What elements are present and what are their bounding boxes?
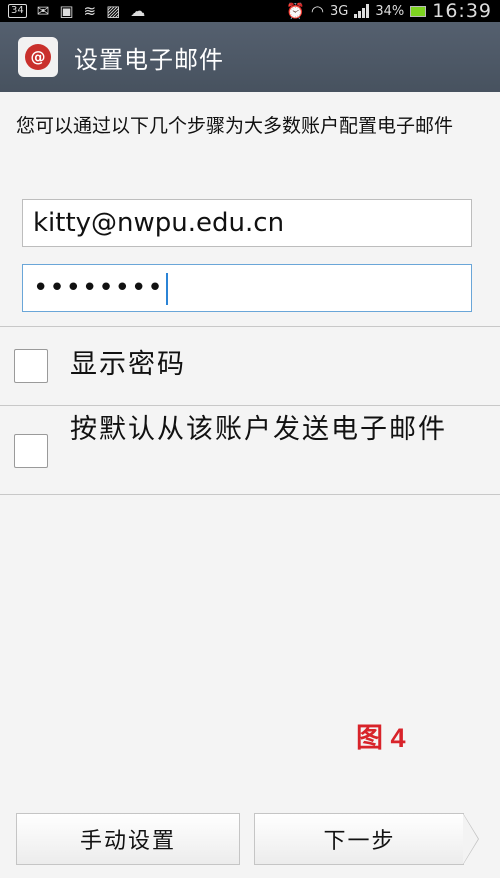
email-app-icon: @	[18, 37, 58, 77]
network-type: 3G	[329, 3, 349, 19]
status-bar-system: ⏰ ◠ 3G 34% 16:39	[286, 0, 492, 22]
wifi-signal-icon: ◠	[310, 2, 324, 20]
clock: 16:39	[432, 0, 492, 22]
status-bar: 34 ✉ ▣ ≋ ▨ ☁ ⏰ ◠ 3G 34% 16:39	[0, 0, 500, 22]
status-bar-notifications: 34 ✉ ▣ ≋ ▨ ☁	[8, 0, 145, 22]
show-password-label: 显示密码	[70, 349, 186, 380]
password-value: ••••••••	[33, 273, 164, 303]
figure-label: 图 4	[356, 723, 406, 753]
password-field[interactable]: ••••••••	[22, 264, 472, 312]
next-button[interactable]: 下一步	[254, 813, 464, 865]
battery-icon	[410, 5, 427, 17]
manual-setup-button[interactable]: 手动设置	[16, 813, 240, 865]
battery-percent: 34%	[375, 3, 405, 19]
at-sign-icon: @	[25, 44, 51, 70]
default-account-label: 按默认从该账户发送电子邮件	[70, 414, 447, 445]
show-password-checkbox[interactable]	[14, 349, 48, 383]
page-title: 设置电子邮件	[74, 45, 224, 74]
email-value: kitty@nwpu.edu.cn	[33, 208, 285, 238]
next-button-arrow-fill	[463, 814, 478, 864]
default-account-row[interactable]: 按默认从该账户发送电子邮件	[0, 406, 500, 494]
wechat-icon: ☁	[130, 2, 146, 20]
intro-text: 您可以通过以下几个步骤为大多数账户配置电子邮件	[16, 115, 454, 137]
action-bar: @ 设置电子邮件	[0, 22, 500, 92]
text-cursor	[165, 272, 168, 305]
mail-icon: ✉	[36, 2, 50, 20]
image-icon: ▨	[106, 2, 121, 20]
app-store-icon: ▣	[59, 2, 74, 20]
signal-icon	[354, 4, 370, 18]
divider	[0, 494, 500, 495]
notification-count-badge: 34	[8, 4, 27, 18]
wifi-icon: ≋	[83, 2, 97, 20]
default-account-checkbox[interactable]	[14, 434, 48, 468]
show-password-row[interactable]: 显示密码	[0, 327, 500, 405]
email-field[interactable]: kitty@nwpu.edu.cn	[22, 199, 472, 247]
alarm-icon: ⏰	[286, 2, 305, 20]
